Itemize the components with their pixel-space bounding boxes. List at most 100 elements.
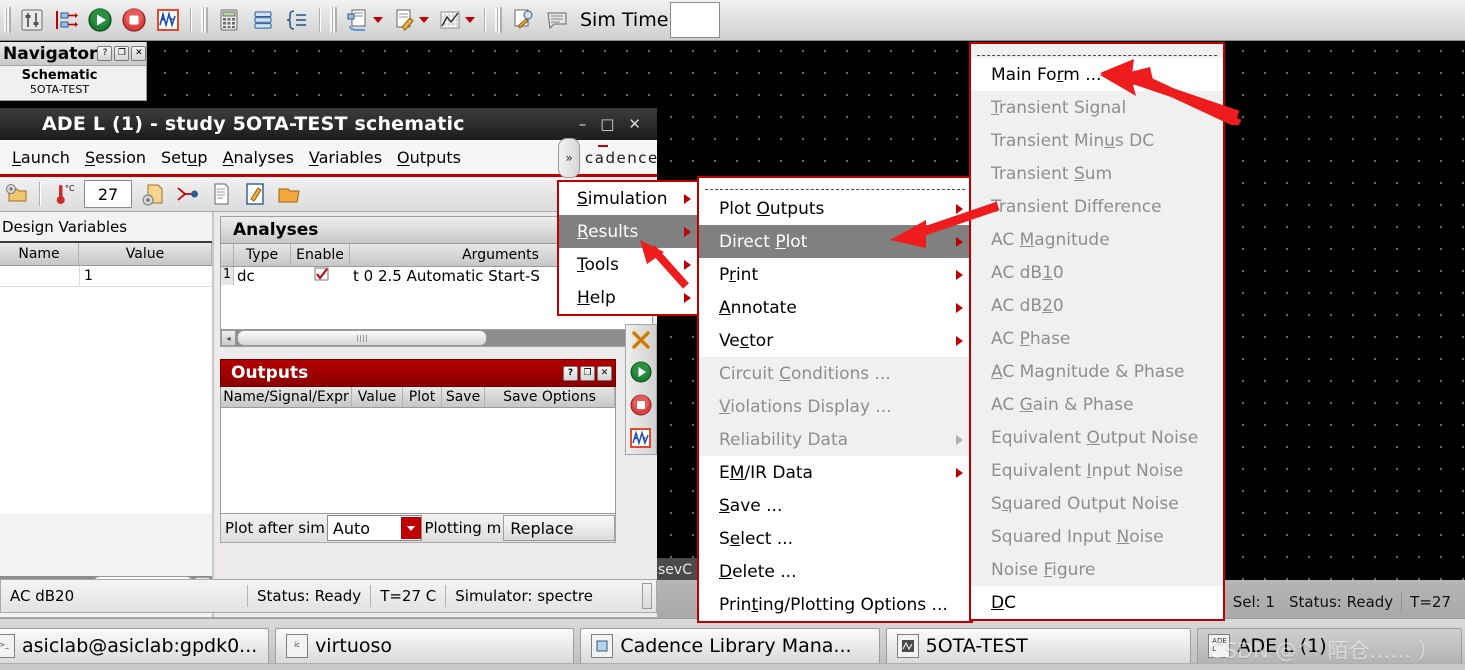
taskbar-label: virtuoso [315,634,393,657]
minimize-icon[interactable]: – [579,115,587,133]
toolbar-divider [190,8,192,32]
waveform-icon[interactable] [154,6,182,34]
menu-item-simulation[interactable]: Simulation [559,182,699,215]
chevron-down-icon[interactable] [401,517,422,539]
menu-item-delete[interactable]: Delete ... [699,555,971,588]
status-resize-grip[interactable] [642,583,652,609]
menu-item-print[interactable]: Print [699,258,971,291]
run-icon[interactable] [629,360,653,388]
netlist-output-icon[interactable] [344,6,372,34]
chevron-down-icon[interactable] [373,17,383,23]
menu-item-results[interactable]: Results [559,215,699,248]
menu-session[interactable]: Session [85,148,146,167]
design-variables-header: Name Value [0,243,212,266]
menu-popup-direct-plot: Main Form ... Transient Signal Transient… [969,42,1225,621]
annotate-edit-icon[interactable] [390,6,418,34]
submenu-arrow-icon [956,203,963,214]
check-results-icon[interactable] [509,6,537,34]
enable-checkbox[interactable] [293,267,351,285]
braces-icon[interactable] [283,6,311,34]
status-simulator: Simulator: spectre [455,587,593,605]
print-icon[interactable] [207,180,235,208]
toolbar-grip[interactable] [495,7,502,33]
chevron-down-icon[interactable] [465,17,475,23]
menu-item-select[interactable]: Select ... [699,522,971,555]
plot-after-sim-select[interactable]: Auto [326,515,423,541]
netlist-icon[interactable] [52,6,80,34]
menu-tearoff-handle[interactable] [705,181,965,190]
plotting-mode-label: Plotting m [424,519,502,537]
menu-item-tools[interactable]: Tools [559,248,699,281]
restore-icon[interactable]: ❐ [114,46,130,61]
menu-variables[interactable]: Variables [309,148,382,167]
toolbar-grip[interactable] [4,7,11,33]
scroll-left-arrow-icon[interactable]: ◂ [221,330,236,346]
waveform-icon[interactable] [629,426,653,454]
calculator-icon[interactable] [215,6,243,34]
stimuli-icon[interactable] [173,180,201,208]
close-icon[interactable]: ✕ [628,115,641,133]
menu-item-printing-plotting-options[interactable]: Printing/Plotting Options ... [699,588,971,621]
table-row[interactable]: 1 [0,266,212,287]
sim-time-input[interactable] [670,2,721,38]
menu-item-em-ir-data[interactable]: EM/IR Data [699,456,971,489]
menu-setup[interactable]: Setup [161,148,208,167]
edit-icon[interactable] [241,180,269,208]
menu-item-vector[interactable]: Vector [699,324,971,357]
column-value: Value [79,243,212,265]
outputs-rows[interactable] [220,408,616,514]
help-icon[interactable]: ? [563,365,578,381]
open-settings-icon[interactable] [3,180,31,208]
taskbar-item-virtuoso[interactable]: ic virtuoso [275,627,575,664]
toolbar-grip[interactable] [330,7,337,33]
menu-item-help[interactable]: Help [559,281,699,314]
toolbar-divider [319,8,321,32]
database-icon[interactable] [249,6,277,34]
log-icon[interactable] [543,6,571,34]
open-results-icon[interactable] [275,180,303,208]
menu-item-plot-outputs[interactable]: Plot Outputs [699,192,971,225]
stop-icon[interactable] [629,393,653,421]
ade-titlebar[interactable]: ADE L (1) - study 5OTA-TEST schematic – … [0,108,657,140]
sliders-icon[interactable] [18,6,46,34]
taskbar-item-library-manager[interactable]: Cadence Library Mana... [580,627,880,664]
ade-menubar: Launch Session Setup Analyses Variables … [0,138,657,178]
toolbar-grip[interactable] [201,7,208,33]
virtuoso-temp: T=27 [1410,593,1451,611]
taskbar-item-schematic[interactable]: 5OTA-TEST [885,627,1192,664]
plot-grid-icon[interactable] [436,6,464,34]
menu-item-direct-plot[interactable]: Direct Plot [699,225,971,258]
library-icon [591,633,614,658]
svg-text:°C: °C [65,184,75,193]
restore-icon[interactable]: ❐ [580,365,595,381]
taskbar-item-terminal[interactable]: >_ asiclab@asiclab:gpdk0... [0,627,270,664]
help-icon[interactable]: ? [97,46,113,61]
temperature-icon[interactable]: °C [49,180,77,208]
close-icon[interactable]: ✕ [597,365,612,381]
menu-tearoff-handle[interactable] [977,47,1217,56]
scrollbar-thumb[interactable] [237,330,487,346]
delete-all-icon[interactable] [630,329,652,355]
menu-analyses[interactable]: Analyses [223,148,294,167]
menu-item-annotate[interactable]: Annotate [699,291,971,324]
maximize-icon[interactable]: □ [600,115,614,133]
status-temperature: T=27 C [380,587,437,605]
netlist-settings-icon[interactable] [139,180,167,208]
menu-item-main-form[interactable]: Main Form ... [971,58,1223,91]
analyses-hscrollbar[interactable]: ◂ ▸ [221,329,652,346]
plotting-mode-select[interactable]: Replace [503,515,615,541]
stop-simulation-icon[interactable] [120,6,148,34]
temperature-input[interactable]: 27 [84,180,132,208]
menu-popup-main: Simulation Results Tools Help [557,180,701,316]
menu-item-save[interactable]: Save ... [699,489,971,522]
menu-launch[interactable]: Launch [12,148,70,167]
design-variables-rows[interactable]: 1 [0,266,212,514]
menu-item-ac-db20: AC dB20 [971,289,1223,322]
chevron-down-icon[interactable] [419,17,429,23]
menu-outputs[interactable]: Outputs [397,148,461,167]
menu-item-dc[interactable]: DC [971,586,1223,619]
taskbar: >_ asiclab@asiclab:gpdk0... ic virtuoso … [0,618,1465,670]
menu-overflow-chevron-icon[interactable]: » [558,138,580,178]
close-icon[interactable]: ✕ [131,46,147,61]
run-simulation-icon[interactable] [86,6,114,34]
